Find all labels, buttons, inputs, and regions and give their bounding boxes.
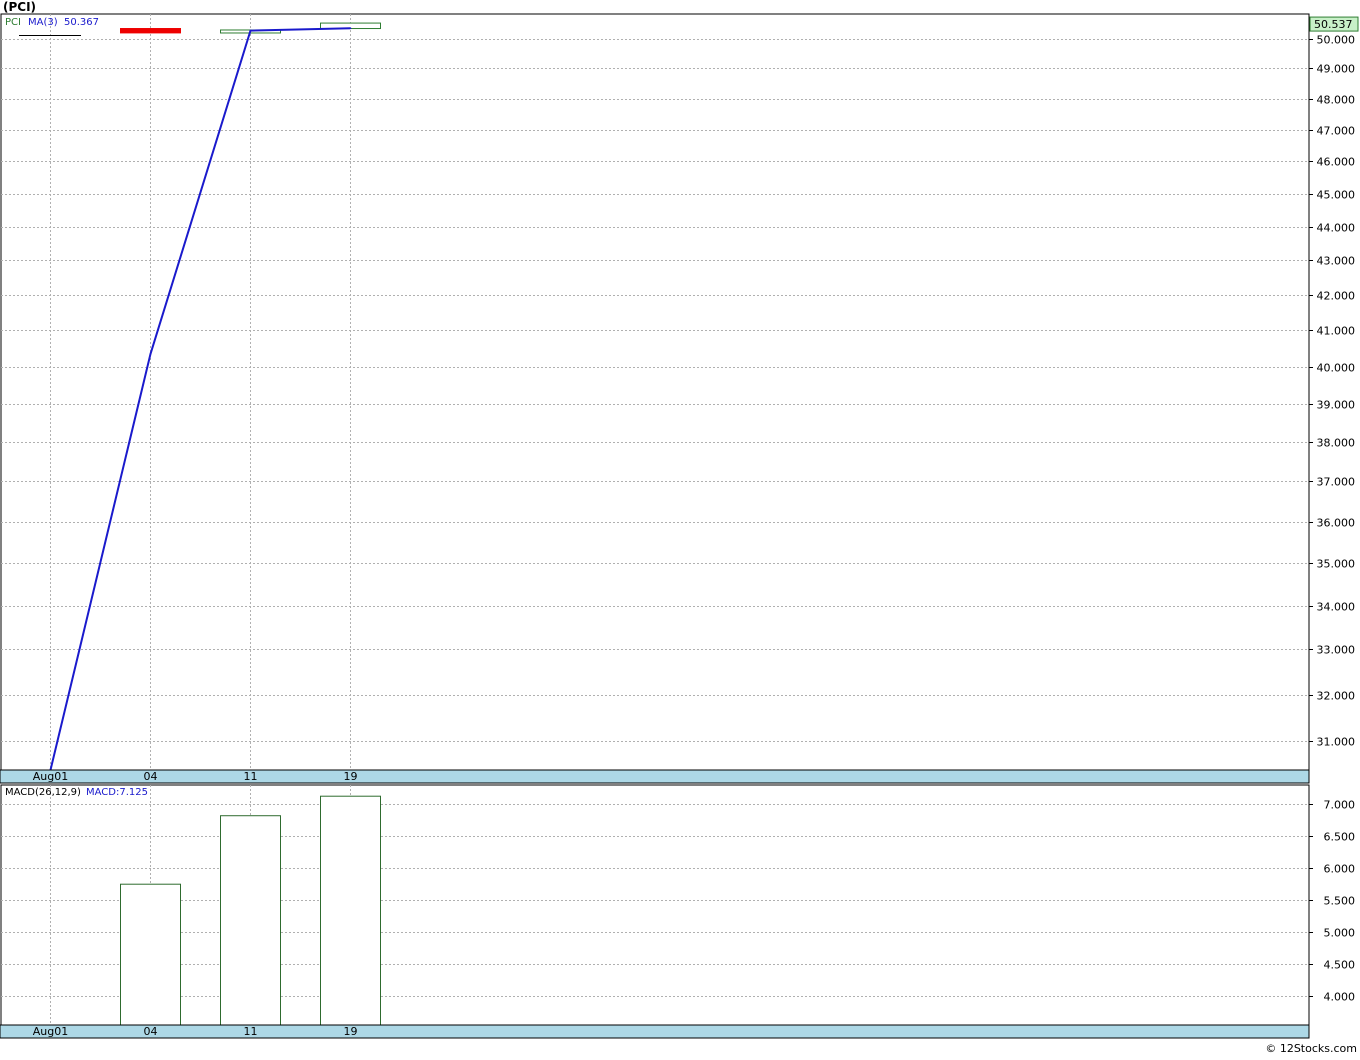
price-y-tick-label: 34.000 [1317,601,1356,614]
macd-y-tick-label: 5.000 [1324,927,1356,940]
price-x-tick-label: Aug01 [33,770,68,783]
last-price-label: 50.537 [1314,18,1353,31]
price-y-tick-label: 38.000 [1317,437,1356,450]
macd-x-tick-label: Aug01 [33,1025,68,1038]
price-y-tick-label: 42.000 [1317,290,1356,303]
price-y-tick-label: 37.000 [1317,476,1356,489]
price-y-tick-label: 33.000 [1317,644,1356,657]
price-y-tick-label: 36.000 [1317,517,1356,530]
macd-bar [320,795,381,1026]
price-y-tick-label: 35.000 [1317,558,1356,571]
macd-y-tick-label: 6.000 [1324,863,1356,876]
price-x-tick-label: 04 [144,770,158,783]
price-y-tick-label: 48.000 [1317,94,1356,107]
macd-y-tick-label: 5.500 [1324,895,1356,908]
macd-x-axis-band [0,1024,1310,1039]
page-title: (PCI) [3,0,36,14]
price-y-tick-label: 49.000 [1317,63,1356,76]
price-y-tick-label: 44.000 [1317,222,1356,235]
price-y-tick-label: 50.000 [1317,34,1356,47]
macd-y-tick-label: 4.000 [1324,991,1356,1004]
legend-ticker: PCI [5,17,21,28]
price-y-tick-label: 32.000 [1317,690,1356,703]
macd-bar [220,815,281,1026]
price-y-tick-label: 47.000 [1317,125,1356,138]
macd-legend-name: MACD(26,12,9) [5,787,81,798]
price-y-tick-label: 43.000 [1317,255,1356,268]
macd-bar [120,883,181,1026]
price-x-tick-label: 19 [344,770,358,783]
legend-ma-name: MA(3) [28,17,58,28]
price-y-tick-label: 41.000 [1317,325,1356,338]
price-y-tick-label: 31.000 [1317,736,1356,749]
price-y-tick-label: 39.000 [1317,399,1356,412]
macd-legend-value: MACD:7.125 [86,787,148,798]
ma-point [249,29,252,32]
ma-point [349,27,352,30]
macd-y-tick-label: 4.500 [1324,959,1356,972]
price-x-axis-band [0,769,1310,784]
price-x-tick-label: 11 [244,770,258,783]
ma-point [149,353,152,355]
price-y-tick-label: 40.000 [1317,362,1356,375]
price-y-tick-label: 45.000 [1317,189,1356,202]
chart-root: 31.000 32.000 33.000 34.000 35.000 36.000 37.0… [0,0,1360,1056]
stock-chart: 31.000 32.000 33.000 34.000 35.000 36.000 37.0… [0,0,1360,1056]
legend-ma-value: 50.367 [64,17,99,28]
macd-y-tick-label: 7.000 [1324,799,1356,812]
price-y-tick-label: 46.000 [1317,156,1356,169]
macd-x-tick-label: 11 [244,1025,258,1038]
footer-credit: © 12Stocks.com [1265,1042,1357,1055]
macd-x-tick-label: 04 [144,1025,158,1038]
candle-down [120,28,181,34]
macd-y-tick-label: 6.500 [1324,831,1356,844]
macd-x-tick-label: 19 [344,1025,358,1038]
